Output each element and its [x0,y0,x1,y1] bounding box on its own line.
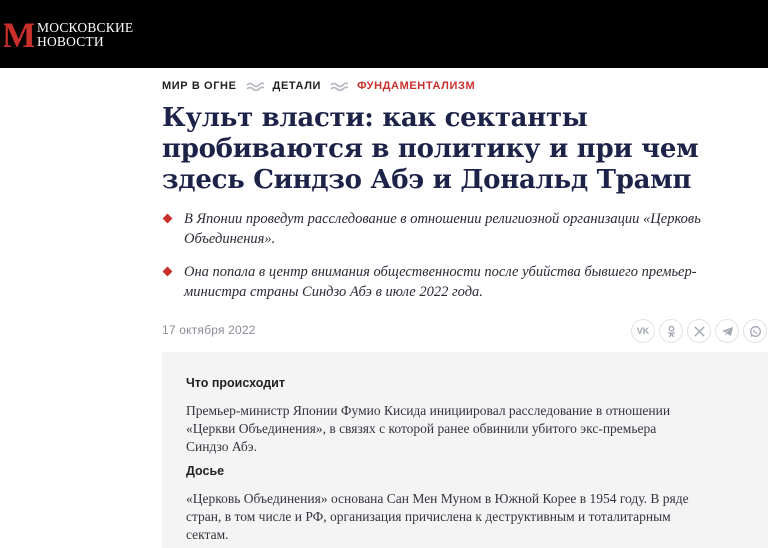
logo-wordmark: МОСКОВСКИЕ НОВОСТИ [37,21,133,49]
info-text-dossier: «Церковь Объединения» основана Сан Мен М… [186,491,689,542]
whatsapp-icon [749,325,761,337]
share-buttons: VK [631,319,767,343]
bullet-diamond-icon [162,266,173,277]
info-text-what-happens: Премьер-министр Японии Фумио Кисида иниц… [186,403,671,454]
title-line: Культ власти: как сектанты [162,103,588,133]
wave-separator-icon [330,82,349,91]
title-line: пробиваются в политику и при чем [162,134,699,164]
publish-date: 17 октября 2022 [162,323,256,337]
rubric-link-1[interactable]: МИР В ОГНЕ [162,80,237,92]
rubric-breadcrumb: МИР В ОГНЕ ДЕТАЛИ ФУНДАМЕНТАЛИЗМ [162,78,475,94]
info-box: Что происходит Премьер-министр Японии Фу… [162,352,768,548]
lead-item: Она попала в центр внимания общественнос… [162,262,762,302]
share-vk-button[interactable]: VK [631,319,655,343]
rubric-link-3[interactable]: ФУНДАМЕНТАЛИЗМ [357,80,475,92]
share-x-button[interactable] [687,319,711,343]
logo-line-1: МОСКОВСКИЕ [37,20,134,35]
logo-mark-icon: M [4,18,34,52]
info-heading-what-happens: Что происходит [186,376,285,390]
x-icon [693,325,705,337]
telegram-icon [721,326,733,336]
svg-text:M: M [4,18,34,52]
rubric-link-2[interactable]: ДЕТАЛИ [273,80,322,92]
logo-line-2: НОВОСТИ [37,34,104,49]
vk-icon: VK [636,326,650,336]
share-telegram-button[interactable] [715,319,739,343]
share-ok-button[interactable] [659,319,683,343]
lead-item: В Японии проведут расследование в отноше… [162,209,762,249]
share-whatsapp-button[interactable] [743,319,767,343]
bullet-diamond-icon [162,213,173,224]
info-heading-dossier: Досье [186,464,225,478]
odnoklassniki-icon [667,325,675,337]
title-line: здесь Синдзо Абэ и Дональд Трамп [162,165,692,195]
site-header: M МОСКОВСКИЕ НОВОСТИ [0,0,768,68]
wave-separator-icon [245,82,264,91]
article-title: Культ власти: как сектанты пробиваются в… [162,103,752,196]
site-logo[interactable]: M МОСКОВСКИЕ НОВОСТИ [4,18,133,52]
article-leads: В Японии проведут расследование в отноше… [162,209,762,315]
